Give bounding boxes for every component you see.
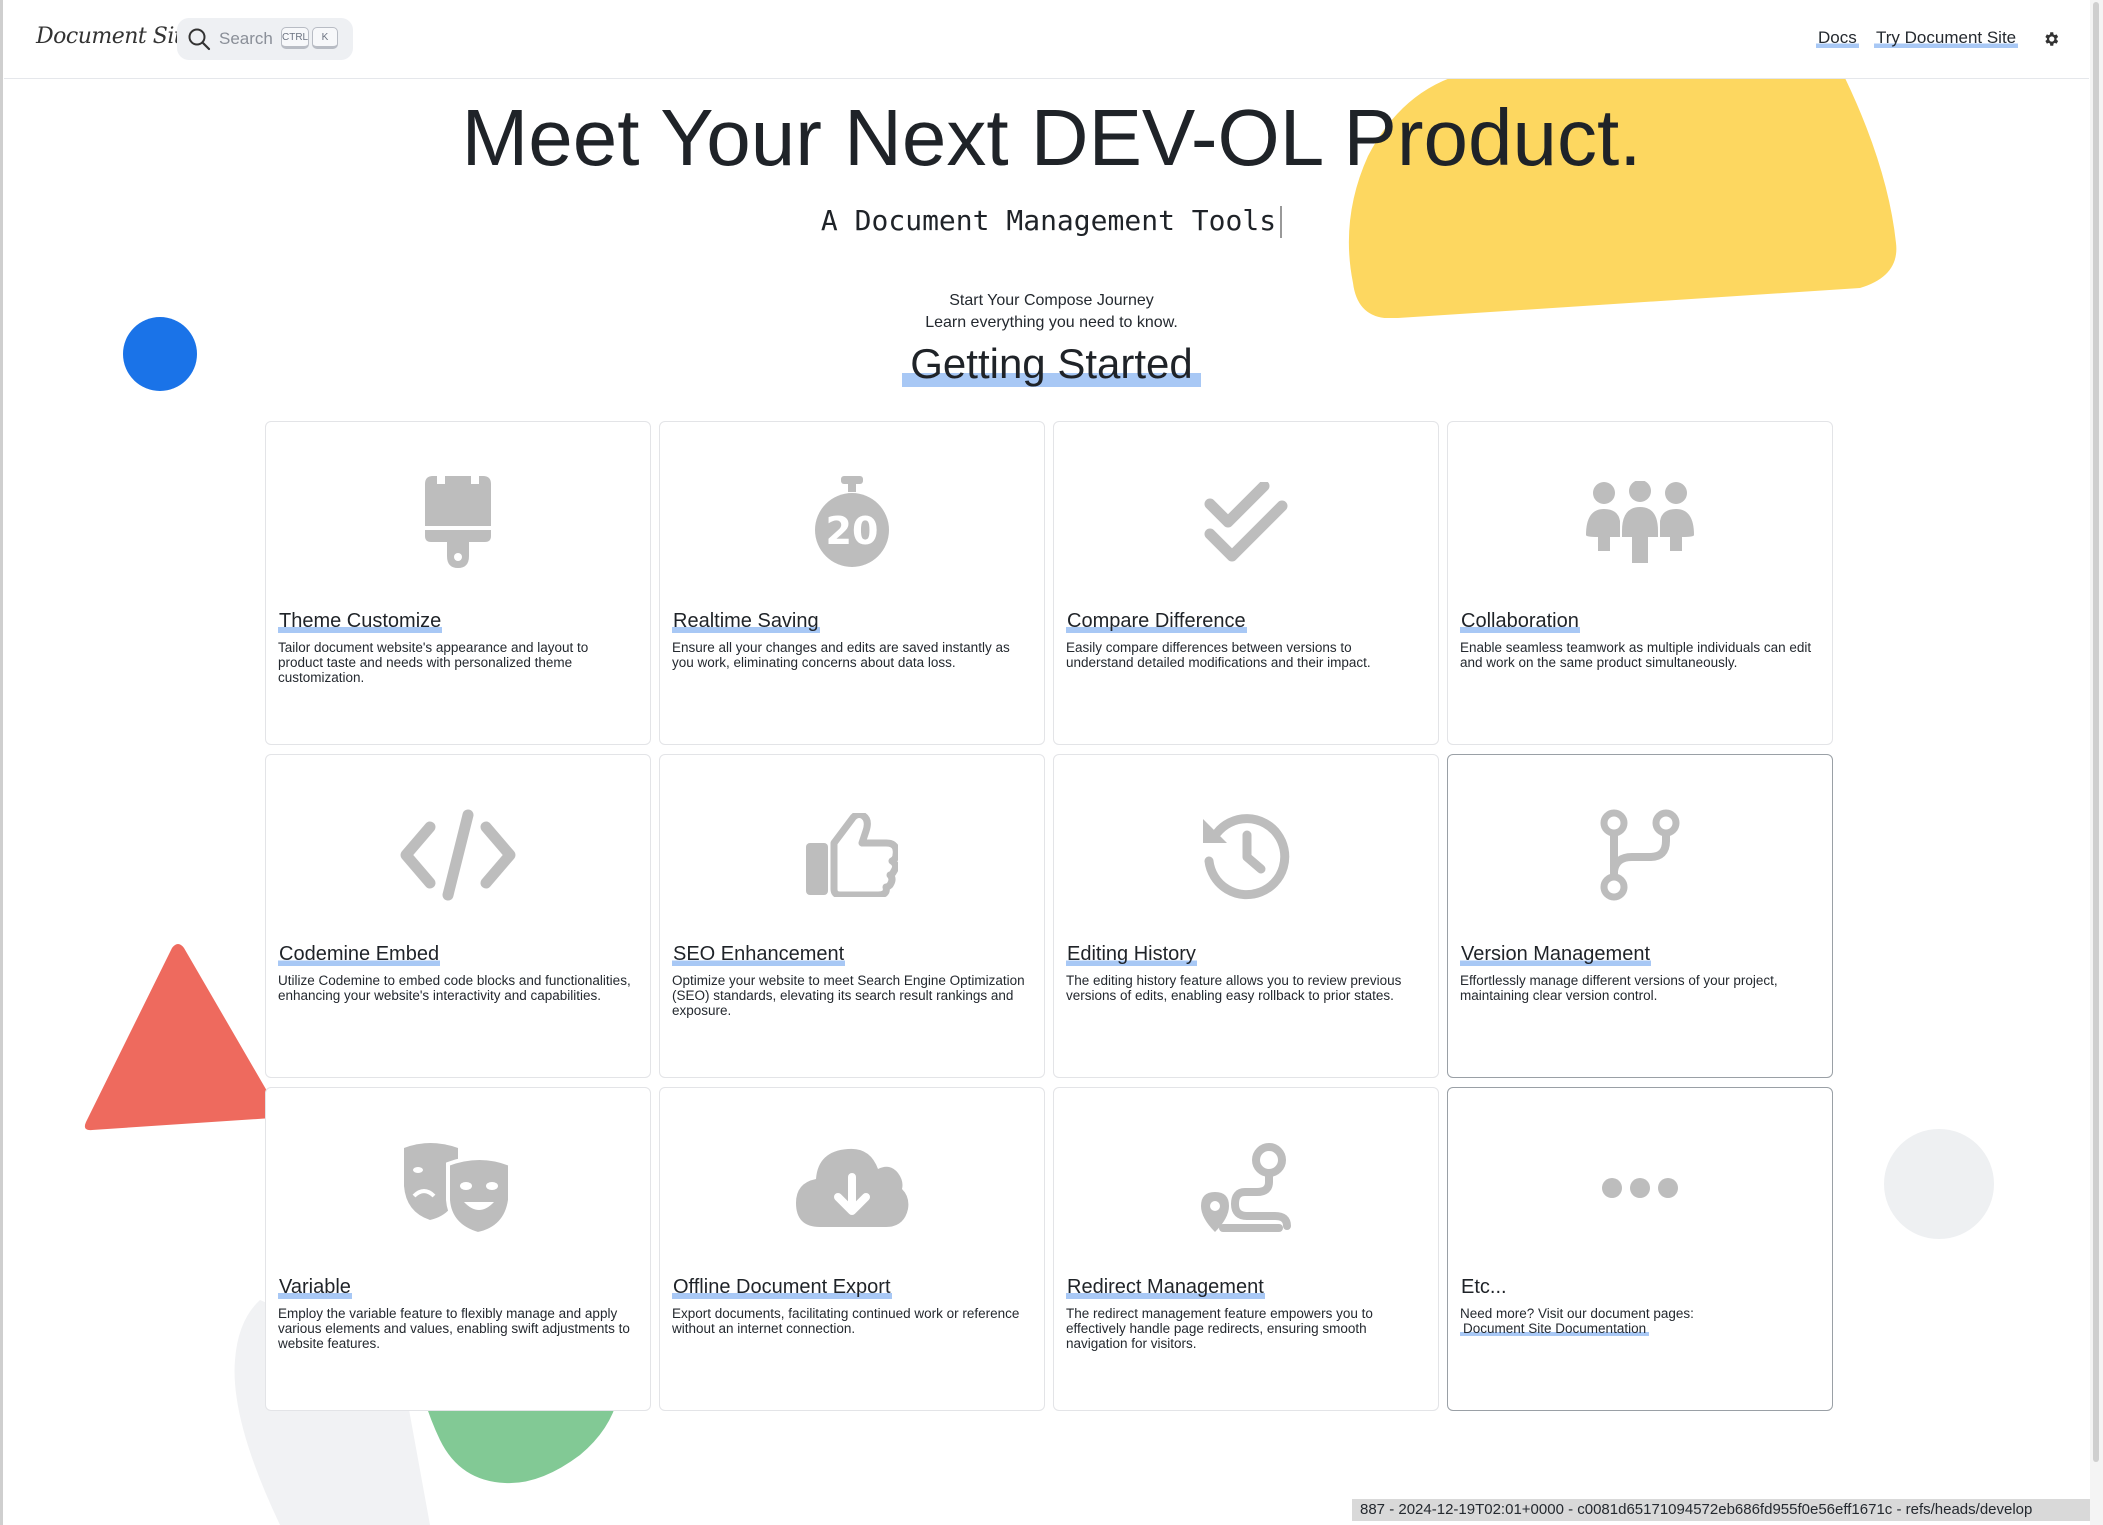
- card-description: The redirect management feature empowers…: [1066, 1306, 1373, 1351]
- getting-started-heading: Getting Started: [0, 340, 2103, 388]
- cloud-download-icon: [660, 1138, 1044, 1238]
- feature-card-compare-difference[interactable]: Compare Difference Easily compare differ…: [1053, 421, 1439, 745]
- decorative-gray-circle: [1884, 1129, 1994, 1239]
- search-button[interactable]: Search CTRL K: [177, 18, 353, 60]
- feature-card-realtime-saving[interactable]: 20 Realtime Saving Ensure all your chang…: [659, 421, 1045, 745]
- gear-icon[interactable]: [2042, 30, 2060, 53]
- decorative-red-triangle: [84, 944, 280, 1131]
- journey-line-2: Learn everything you need to know.: [925, 314, 1178, 331]
- hero-subtitle: A Document Management Tools: [0, 204, 2103, 238]
- card-description: Utilize Codemine to embed code blocks an…: [278, 973, 631, 1003]
- feature-card-collaboration[interactable]: Collaboration Enable seamless teamwork a…: [1447, 421, 1833, 745]
- feature-card-codemine-embed[interactable]: Codemine Embed Utilize Codemine to embed…: [265, 754, 651, 1078]
- card-title: Codemine Embed: [278, 943, 441, 966]
- card-description: Optimize your website to meet Search Eng…: [672, 973, 1025, 1018]
- build-status-bar: 887 - 2024-12-19T02:01+0000 - c0081d6517…: [1352, 1499, 2092, 1521]
- svg-text:20: 20: [826, 509, 879, 553]
- theater-masks-icon: [266, 1138, 650, 1238]
- card-title: Compare Difference: [1066, 610, 1247, 633]
- card-title: Etc...: [1461, 1276, 1507, 1298]
- feature-card-editing-history[interactable]: Editing History The editing history feat…: [1053, 754, 1439, 1078]
- journey-line-1: Start Your Compose Journey: [949, 292, 1154, 309]
- card-description: The editing history feature allows you t…: [1066, 973, 1402, 1003]
- feature-card-theme-customize[interactable]: Theme Customize Tailor document website'…: [265, 421, 651, 745]
- card-title: Collaboration: [1460, 610, 1580, 633]
- thumbs-up-icon: [660, 805, 1044, 905]
- route-icon: [1054, 1138, 1438, 1238]
- code-icon: [266, 805, 650, 905]
- card-title: Variable: [278, 1276, 352, 1299]
- card-description: Employ the variable feature to flexibly …: [278, 1306, 630, 1351]
- kbd-k-key: K: [312, 27, 338, 49]
- card-description: Easily compare differences between versi…: [1066, 640, 1371, 670]
- journey-text: Start Your Compose Journey Learn everyth…: [0, 290, 2103, 334]
- card-description: Need more? Visit our document pages: Doc…: [1460, 1306, 1815, 1336]
- hero-subtitle-text: A Document Management Tools: [820, 204, 1277, 237]
- card-description: Enable seamless teamwork as multiple ind…: [1460, 640, 1812, 670]
- feature-card-redirect-management[interactable]: Redirect Management The redirect managem…: [1053, 1087, 1439, 1411]
- feature-card-variable[interactable]: Variable Employ the variable feature to …: [265, 1087, 651, 1411]
- card-title: Editing History: [1066, 943, 1197, 966]
- card-title: SEO Enhancement: [672, 943, 846, 966]
- search-placeholder: Search: [219, 29, 273, 48]
- card-title: Theme Customize: [278, 610, 443, 633]
- search-icon: [187, 27, 211, 56]
- stopwatch-20-icon: 20: [660, 472, 1044, 572]
- card-description-text: Need more? Visit our document pages:: [1460, 1306, 1694, 1321]
- nav-link-docs[interactable]: Docs: [1816, 28, 1859, 48]
- double-check-icon: [1054, 472, 1438, 572]
- site-logo[interactable]: Document Site: [36, 24, 195, 49]
- getting-started-title: Getting Started: [902, 340, 1201, 387]
- kbd-ctrl-key: CTRL: [281, 27, 309, 49]
- paintbrush-icon: [266, 472, 650, 572]
- feature-card-offline-document-export[interactable]: Offline Document Export Export documents…: [659, 1087, 1045, 1411]
- card-description: Export documents, facilitating continued…: [672, 1306, 1020, 1336]
- top-navbar: Document Site Search CTRL K Docs Try Doc…: [4, 0, 2089, 79]
- card-description: Tailor document website's appearance and…: [278, 640, 589, 685]
- hero-title: Meet Your Next DEV-OL Product.: [461, 93, 1642, 182]
- nav-link-try-document-site[interactable]: Try Document Site: [1874, 28, 2019, 48]
- typing-caret: [1280, 206, 1283, 238]
- feature-card-etc[interactable]: Etc... Need more? Visit our document pag…: [1447, 1087, 1833, 1411]
- document-site-documentation-link[interactable]: Document Site Documentation: [1460, 1321, 1650, 1336]
- card-description: Effortlessly manage different versions o…: [1460, 973, 1778, 1003]
- group-people-icon: [1448, 472, 1832, 572]
- card-title: Version Management: [1460, 943, 1652, 966]
- code-branch-icon: [1448, 805, 1832, 905]
- card-title: Redirect Management: [1066, 1276, 1265, 1299]
- feature-card-seo-enhancement[interactable]: SEO Enhancement Optimize your website to…: [659, 754, 1045, 1078]
- card-description: Ensure all your changes and edits are sa…: [672, 640, 1010, 670]
- feature-card-version-management[interactable]: Version Management Effortlessly manage d…: [1447, 754, 1833, 1078]
- history-icon: [1054, 805, 1438, 905]
- card-title: Offline Document Export: [672, 1276, 892, 1299]
- card-title: Realtime Saving: [672, 610, 820, 633]
- ellipsis-icon: [1448, 1138, 1832, 1238]
